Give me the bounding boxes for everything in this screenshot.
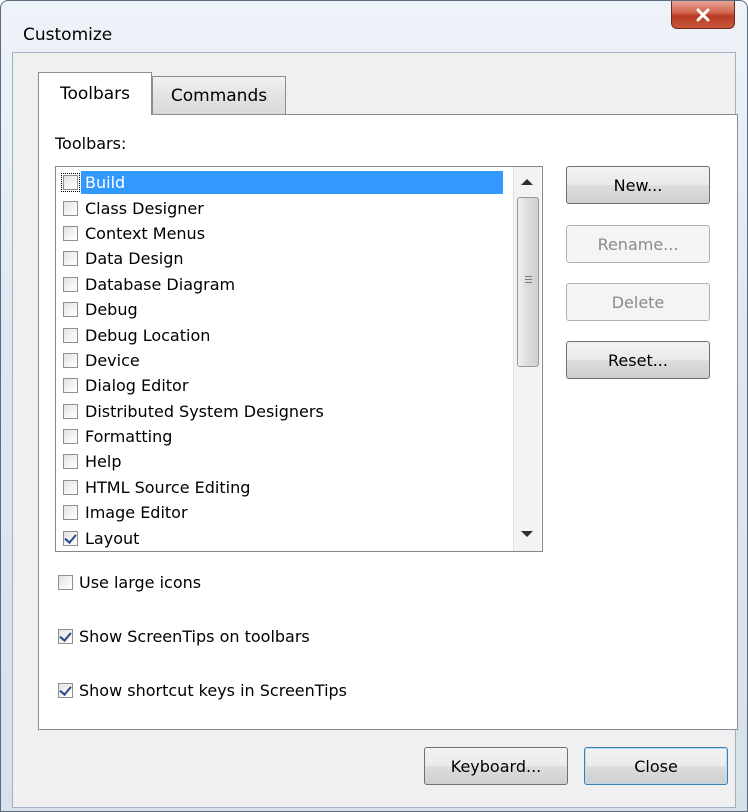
list-item-checkbox[interactable] xyxy=(63,302,78,318)
list-item[interactable]: Context Menus xyxy=(56,221,516,246)
list-item[interactable]: Device xyxy=(56,348,516,373)
use-large-icons-label: Use large icons xyxy=(79,573,202,592)
close-icon xyxy=(696,8,710,21)
list-item[interactable]: Distributed System Designers xyxy=(56,399,516,424)
list-item[interactable]: Image Editor xyxy=(56,500,516,525)
list-item-label: Debug xyxy=(85,300,138,320)
scroll-down-arrow-icon[interactable] xyxy=(521,531,533,537)
list-item[interactable]: Database Diagram xyxy=(56,272,516,297)
list-item-checkbox[interactable] xyxy=(63,454,78,470)
list-item-checkbox[interactable] xyxy=(63,352,78,368)
show-screentips-checkbox[interactable] xyxy=(58,629,73,644)
list-item-checkbox[interactable] xyxy=(63,225,78,241)
list-item[interactable]: Class Designer xyxy=(56,195,516,220)
list-item-checkbox[interactable] xyxy=(63,505,78,521)
tab-commands[interactable]: Commands xyxy=(152,76,286,114)
list-item-label: Layout xyxy=(85,528,140,548)
tab-toolbars-label: Toolbars xyxy=(59,84,131,104)
list-item-label: Database Diagram xyxy=(85,274,236,294)
list-item[interactable]: HTML Source Editing xyxy=(56,475,516,500)
toolbars-list[interactable]: Build Class Designer Context Menus Data Des… xyxy=(55,166,543,552)
list-item-label: Help xyxy=(85,452,122,472)
list-item-label: Context Menus xyxy=(85,223,206,243)
window-title: Customize xyxy=(23,25,113,45)
scroll-up-arrow-icon[interactable] xyxy=(521,179,533,185)
close-button[interactable]: Close xyxy=(584,747,728,785)
new-button[interactable]: New... xyxy=(566,166,710,204)
list-item[interactable]: Debug Location xyxy=(56,322,516,347)
list-item-label: Dialog Editor xyxy=(85,376,189,396)
list-item-checkbox[interactable] xyxy=(61,173,80,193)
list-item-label: Image Editor xyxy=(85,503,188,523)
list-item-label: Formatting xyxy=(85,427,173,447)
list-item-checkbox[interactable] xyxy=(63,530,78,546)
show-screentips-label: Show ScreenTips on toolbars xyxy=(79,627,310,646)
list-item[interactable]: Dialog Editor xyxy=(56,373,516,398)
show-screentips-option[interactable]: Show ScreenTips on toolbars xyxy=(58,627,310,646)
list-item-checkbox[interactable] xyxy=(63,276,78,292)
tab-toolbars[interactable]: Toolbars xyxy=(38,72,152,115)
list-item-checkbox[interactable] xyxy=(63,200,78,216)
list-item[interactable]: Debug xyxy=(56,297,516,322)
list-item-checkbox[interactable] xyxy=(63,378,78,394)
list-item-label: Data Design xyxy=(85,249,184,269)
list-item-label: Debug Location xyxy=(85,325,211,345)
list-item[interactable]: Formatting xyxy=(56,424,516,449)
list-item-checkbox[interactable] xyxy=(63,251,78,267)
use-large-icons-option[interactable]: Use large icons xyxy=(58,573,201,592)
toolbars-list-scrollbar[interactable] xyxy=(513,167,541,551)
list-item-checkbox[interactable] xyxy=(63,429,78,445)
toolbars-label: Toolbars: xyxy=(55,134,127,153)
list-item-checkbox[interactable] xyxy=(63,327,78,343)
grip-icon xyxy=(525,276,532,277)
show-shortcut-keys-checkbox[interactable] xyxy=(58,683,73,698)
rename-button[interactable]: Rename... xyxy=(566,225,710,263)
use-large-icons-checkbox[interactable] xyxy=(58,575,73,590)
list-item[interactable]: Data Design xyxy=(56,246,516,271)
list-item-label: HTML Source Editing xyxy=(85,477,251,497)
list-item-checkbox[interactable] xyxy=(63,479,78,495)
show-shortcut-keys-option[interactable]: Show shortcut keys in ScreenTips xyxy=(58,681,347,700)
list-item[interactable]: Layout xyxy=(56,525,516,550)
list-item-label: Build xyxy=(81,171,503,195)
toolbars-list-items: Build Class Designer Context Menus Data Des… xyxy=(56,170,516,551)
list-item-label: Device xyxy=(85,350,140,370)
list-item[interactable]: Help xyxy=(56,449,516,474)
list-item-label: Distributed System Designers xyxy=(85,401,324,421)
tab-commands-label: Commands xyxy=(170,85,268,106)
delete-button[interactable]: Delete xyxy=(566,283,710,321)
list-item-checkbox[interactable] xyxy=(63,403,78,419)
reset-button[interactable]: Reset... xyxy=(566,341,710,379)
list-item-label: Class Designer xyxy=(85,198,204,218)
scroll-thumb[interactable] xyxy=(517,197,539,367)
list-item[interactable]: Build xyxy=(56,170,516,195)
show-shortcut-keys-label: Show shortcut keys in ScreenTips xyxy=(79,681,347,700)
keyboard-button[interactable]: Keyboard... xyxy=(424,747,568,785)
close-window-button[interactable] xyxy=(671,1,735,29)
